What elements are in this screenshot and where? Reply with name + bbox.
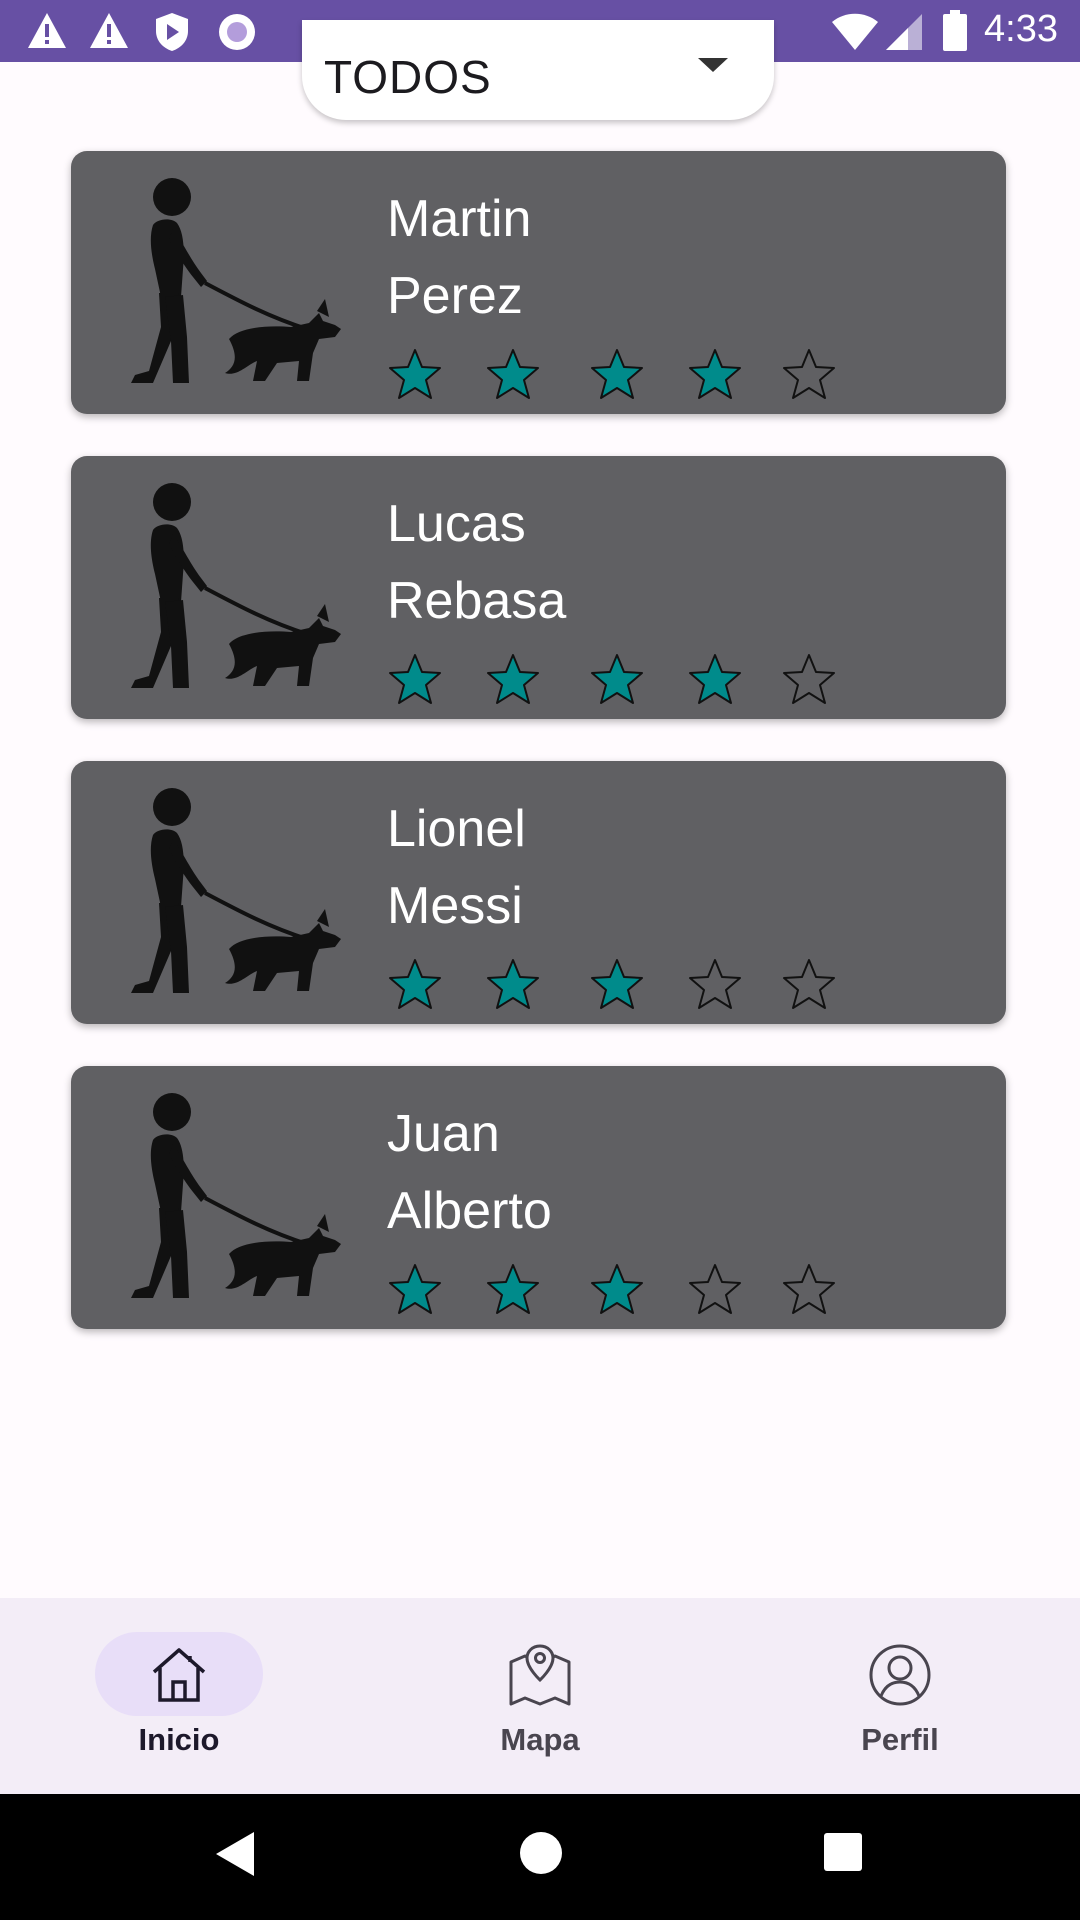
- walker-last-name: Perez: [387, 267, 523, 325]
- star-filled-icon[interactable]: [387, 347, 443, 403]
- nav-label: Inicio: [138, 1722, 220, 1757]
- wifi-icon: [832, 13, 878, 50]
- star-empty-icon[interactable]: [781, 652, 837, 708]
- star-empty-icon[interactable]: [781, 957, 837, 1013]
- cell-signal-icon: [886, 14, 922, 50]
- star-filled-icon[interactable]: [589, 652, 645, 708]
- star-filled-icon[interactable]: [589, 347, 645, 403]
- star-filled-icon[interactable]: [589, 1262, 645, 1318]
- star-filled-icon[interactable]: [687, 347, 743, 403]
- walker-card[interactable]: Lionel Messi: [71, 761, 1006, 1024]
- radio-dot-icon: [219, 14, 255, 50]
- walker-card[interactable]: Martin Perez: [71, 151, 1006, 414]
- walker-card[interactable]: Lucas Rebasa: [71, 456, 1006, 719]
- home-circle-icon[interactable]: [518, 1830, 564, 1876]
- bottom-nav: Inicio Mapa Perfil: [0, 1598, 1080, 1794]
- rating-stars[interactable]: [387, 957, 807, 1013]
- star-filled-icon[interactable]: [387, 1262, 443, 1318]
- dog-walker-icon: [109, 177, 359, 391]
- rating-stars[interactable]: [387, 347, 807, 403]
- battery-icon: [943, 10, 967, 51]
- star-empty-icon[interactable]: [687, 1262, 743, 1318]
- walker-last-name: Alberto: [387, 1182, 552, 1240]
- nav-label: Mapa: [500, 1722, 580, 1757]
- warning-icon: [90, 13, 128, 48]
- profile-icon: [869, 1644, 931, 1706]
- star-filled-icon[interactable]: [589, 957, 645, 1013]
- recents-icon[interactable]: [823, 1832, 863, 1872]
- filter-selected-value: TODOS: [324, 51, 492, 103]
- filter-dropdown[interactable]: TODOS: [302, 20, 774, 120]
- star-filled-icon[interactable]: [485, 957, 541, 1013]
- map-icon: [509, 1644, 571, 1706]
- walker-last-name: Messi: [387, 877, 523, 935]
- star-filled-icon[interactable]: [485, 1262, 541, 1318]
- walker-last-name: Rebasa: [387, 572, 567, 630]
- dog-walker-icon: [109, 787, 359, 1001]
- walker-first-name: Lionel: [387, 800, 526, 858]
- star-filled-icon[interactable]: [687, 652, 743, 708]
- walker-first-name: Martin: [387, 190, 532, 248]
- star-filled-icon[interactable]: [485, 652, 541, 708]
- rating-stars[interactable]: [387, 652, 807, 708]
- nav-item-inicio[interactable]: Inicio: [29, 1598, 329, 1794]
- star-empty-icon[interactable]: [781, 1262, 837, 1318]
- dog-walker-icon: [109, 482, 359, 696]
- star-filled-icon[interactable]: [387, 957, 443, 1013]
- walker-first-name: Juan: [387, 1105, 500, 1163]
- system-nav-bar: [0, 1794, 1080, 1920]
- nav-label: Perfil: [861, 1722, 939, 1757]
- chevron-down-icon: [698, 58, 728, 72]
- warning-icon: [28, 13, 66, 48]
- nav-item-perfil[interactable]: Perfil: [750, 1598, 1050, 1794]
- nav-item-mapa[interactable]: Mapa: [390, 1598, 690, 1794]
- star-empty-icon[interactable]: [687, 957, 743, 1013]
- back-icon[interactable]: [212, 1828, 260, 1880]
- star-empty-icon[interactable]: [781, 347, 837, 403]
- walker-card[interactable]: Juan Alberto: [71, 1066, 1006, 1329]
- walker-first-name: Lucas: [387, 495, 526, 553]
- home-icon: [152, 1648, 206, 1702]
- status-time: 4:33: [984, 8, 1058, 50]
- star-filled-icon[interactable]: [485, 347, 541, 403]
- dog-walker-icon: [109, 1092, 359, 1306]
- shield-play-icon: [156, 13, 188, 51]
- rating-stars[interactable]: [387, 1262, 807, 1318]
- star-filled-icon[interactable]: [387, 652, 443, 708]
